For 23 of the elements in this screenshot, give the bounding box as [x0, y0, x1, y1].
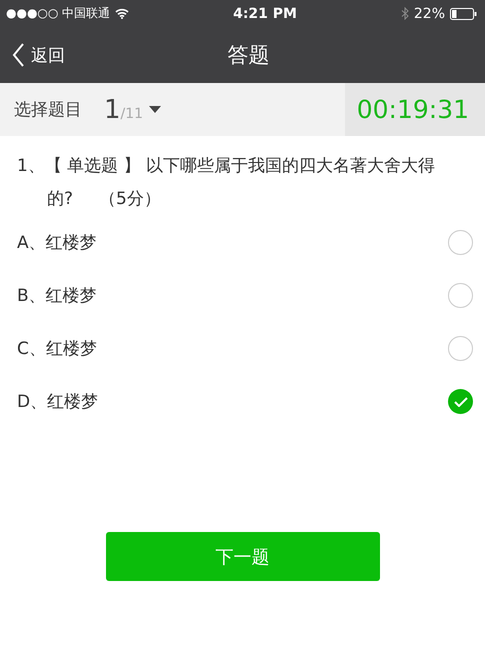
answer-option[interactable]: C、红楼梦 [0, 322, 485, 375]
answer-option[interactable]: B、红楼梦 [0, 269, 485, 322]
radio-button[interactable] [448, 336, 473, 361]
radio-button[interactable] [448, 389, 473, 414]
battery-icon [450, 8, 477, 20]
question-text: 1、【 单选题 】 以下哪些属于我国的四大名著大舍大得的? （5分） [17, 155, 436, 211]
answer-option[interactable]: A、红楼梦 [0, 216, 485, 269]
radio-button[interactable] [448, 283, 473, 308]
dropdown-caret-icon [149, 106, 162, 113]
clock-time: 4:21 PM [233, 6, 297, 22]
wifi-icon [115, 8, 130, 19]
battery-percent: 22% [414, 6, 445, 22]
page-title: 答题 [228, 42, 270, 69]
answer-option[interactable]: D、红楼梦 [0, 375, 485, 428]
check-icon [454, 396, 468, 406]
select-question-label: 选择题目 [14, 99, 82, 121]
back-button[interactable]: 返回 [12, 43, 65, 67]
bluetooth-icon [400, 7, 409, 20]
countdown-timer: 00:19:31 [345, 83, 485, 136]
chevron-left-icon [12, 43, 25, 67]
question-picker[interactable]: 1/11 [104, 94, 162, 124]
radio-button[interactable] [448, 230, 473, 255]
carrier-name: ●●●○○ 中国联通 [6, 5, 110, 22]
